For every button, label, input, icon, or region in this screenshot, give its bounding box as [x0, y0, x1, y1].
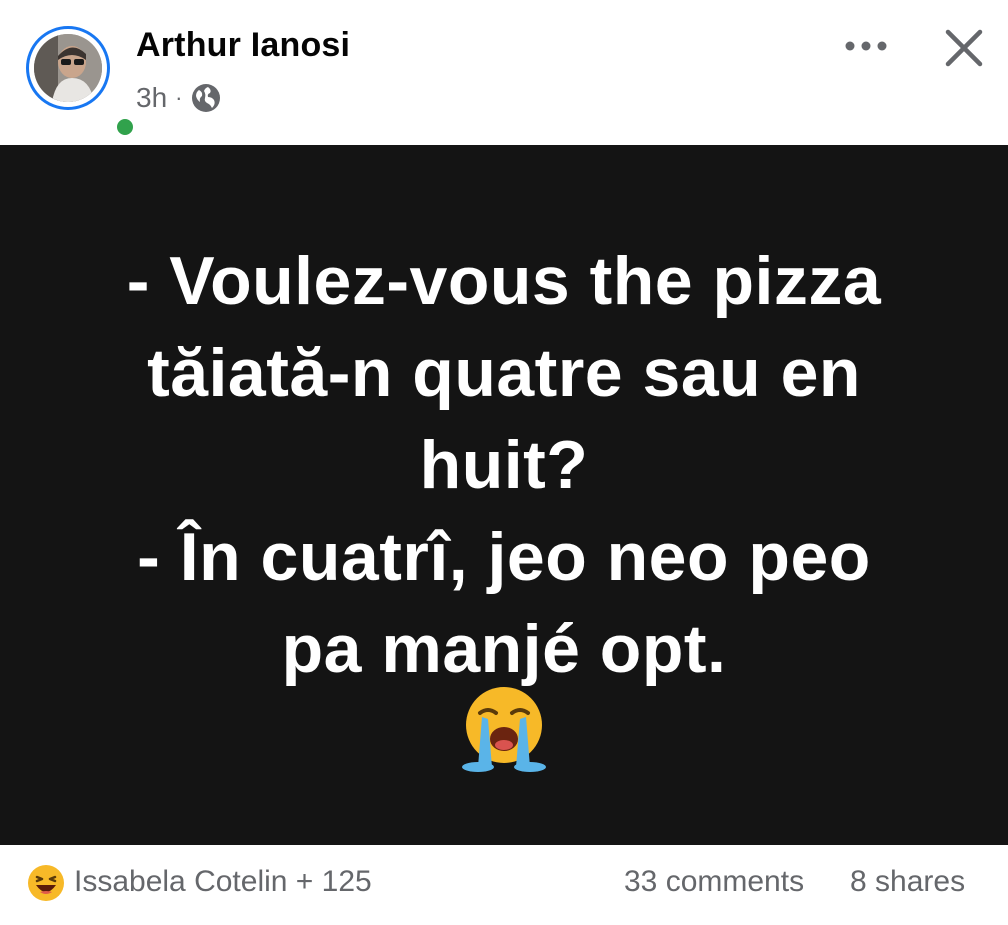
close-button[interactable]	[938, 22, 990, 74]
author-name[interactable]: Arthur Ianosi	[136, 26, 350, 65]
post-footer: Issabela Cotelin + 125 33 comments 8 sha…	[0, 845, 1008, 925]
post-text-line: - În cuatrî, jeo neo peo	[137, 519, 871, 595]
loudly-crying-face-icon	[456, 683, 552, 773]
close-icon	[945, 29, 983, 67]
online-status-dot	[114, 116, 136, 138]
post-text-image[interactable]: - Voulez-vous the pizza tăiată-n quatre …	[0, 145, 1008, 845]
globe-icon	[190, 82, 222, 114]
comments-count[interactable]: 33 comments	[624, 865, 804, 899]
post-time[interactable]: 3h	[136, 82, 167, 114]
post-text-line: pa manjé opt.	[281, 611, 727, 687]
post-text-line: - Voulez-vous the pizza	[126, 243, 882, 319]
reactors-summary[interactable]: Issabela Cotelin + 125	[74, 865, 372, 899]
post-text: - Voulez-vous the pizza tăiată-n quatre …	[40, 235, 968, 695]
profile-photo	[34, 34, 102, 102]
more-options-icon	[845, 41, 887, 51]
post-header: Arthur Ianosi 3h ·	[0, 0, 1008, 145]
more-options-button[interactable]	[842, 28, 890, 64]
haha-reaction-icon[interactable]	[26, 863, 66, 903]
meta-separator: ·	[175, 85, 183, 110]
post-text-line: tăiată-n quatre sau en	[147, 335, 861, 411]
post-meta: 3h ·	[136, 82, 222, 114]
shares-count[interactable]: 8 shares	[850, 865, 965, 899]
avatar[interactable]	[26, 26, 136, 138]
post-text-line: huit?	[419, 427, 589, 503]
